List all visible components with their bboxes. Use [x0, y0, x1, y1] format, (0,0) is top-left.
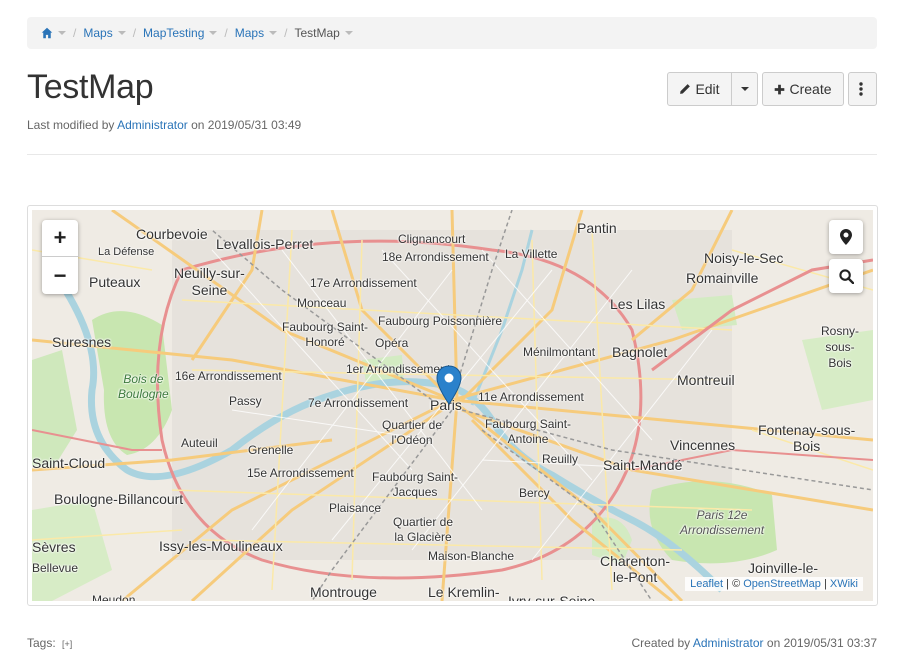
map-label: Joinville-le- — [748, 560, 819, 576]
search-icon — [838, 268, 854, 284]
map-label: 15e Arrondissement — [247, 466, 354, 480]
map-label: Saint-Cloud — [32, 455, 106, 471]
map-label: La Défense — [98, 246, 155, 258]
add-tag-link[interactable]: [+] — [62, 639, 72, 649]
map-label: 17e Arrondissement — [310, 276, 417, 290]
header-divider — [27, 154, 877, 155]
edit-button[interactable]: Edit — [667, 72, 732, 106]
map-attribution: Leaflet | © OpenStreetMap | XWiki — [685, 577, 863, 591]
map-label: Le Kremlin- — [428, 584, 500, 600]
map-label: Ménilmontant — [523, 345, 596, 359]
map-label: 11e Arrondissement — [478, 390, 584, 404]
map-label: Boulogne-Billancourt — [54, 491, 184, 507]
map-label: Fontenay-sous- Bois — [758, 422, 856, 454]
locate-button[interactable] — [829, 220, 863, 254]
map-label: Charenton- le-Pont — [600, 553, 671, 585]
map-label: Rosny-sous- Bois — [820, 324, 859, 370]
map-label: Noisy-le-Sec — [704, 250, 784, 266]
map-label: Ivry-sur-Seine — [508, 593, 596, 601]
chevron-down-icon[interactable] — [344, 31, 353, 35]
zoom-out-button[interactable]: − — [42, 257, 78, 294]
home-icon — [41, 27, 53, 39]
leaflet-link[interactable]: Leaflet — [690, 578, 723, 590]
breadcrumb-home[interactable] — [41, 27, 66, 39]
map-label: Grenelle — [248, 443, 294, 457]
map-label: 16e Arrondissement — [175, 369, 282, 383]
chevron-down-icon[interactable] — [269, 31, 278, 35]
chevron-down-icon[interactable] — [117, 31, 126, 35]
map-label: Meudon — [92, 593, 136, 601]
map-container: Courbevoie La Défense Levallois-Perret C… — [27, 205, 878, 606]
map-label: Les Lilas — [610, 296, 666, 312]
map-label: 7e Arrondissement — [308, 396, 409, 410]
modified-user-link[interactable]: Administrator — [117, 118, 188, 132]
xwiki-link[interactable]: XWiki — [830, 578, 858, 590]
breadcrumb-item-maps-2[interactable]: Maps — [235, 26, 278, 40]
map-label: Monceau — [297, 296, 347, 310]
breadcrumb-item-maptesting[interactable]: MapTesting — [143, 26, 218, 40]
map-label: Pantin — [577, 220, 617, 236]
map-label: Plaisance — [329, 501, 382, 515]
map-label: Montreuil — [677, 372, 735, 388]
map-label: Auteuil — [181, 436, 218, 450]
breadcrumb: / Maps / MapTesting / Maps / TestMap — [27, 17, 877, 49]
pencil-icon — [680, 84, 691, 94]
page-title: TestMap — [27, 68, 154, 106]
map-label: Courbevoie — [136, 226, 208, 242]
map-label: La Villette — [505, 247, 558, 261]
map-label: Reuilly — [542, 452, 579, 466]
map-label: Clignancourt — [398, 232, 466, 246]
map-view[interactable]: Courbevoie La Défense Levallois-Perret C… — [32, 210, 873, 601]
map-label: Bagnolet — [612, 344, 668, 360]
map-label: Bercy — [519, 486, 550, 500]
map-label: Issy-les-Moulineaux — [159, 538, 283, 554]
created-user-link[interactable]: Administrator — [693, 636, 764, 650]
breadcrumb-current: TestMap — [294, 26, 353, 40]
map-label: Bellevue — [32, 561, 79, 575]
chevron-down-icon[interactable] — [209, 31, 218, 35]
map-label: Faubourg Saint- Antoine — [485, 417, 572, 446]
map-label: Saint-Mandé — [603, 457, 683, 473]
map-label: Opéra — [375, 336, 409, 350]
chevron-down-icon — [740, 87, 749, 91]
map-label: Neuilly-sur- Seine — [174, 265, 245, 298]
map-label: Maison-Blanche — [428, 549, 515, 563]
zoom-in-button[interactable]: + — [42, 220, 78, 257]
map-label: 1er Arrondissement — [346, 362, 451, 376]
map-label: Faubourg Poissonnière — [378, 314, 503, 328]
edit-dropdown-button[interactable] — [731, 72, 758, 106]
map-search-button[interactable] — [829, 259, 863, 293]
map-label: Quartier de la Glacière — [393, 515, 454, 544]
osm-link[interactable]: OpenStreetMap — [743, 578, 821, 590]
map-label: 18e Arrondissement — [382, 250, 489, 264]
plus-icon — [775, 84, 785, 94]
map-label: Faubourg Saint- Honoré — [282, 320, 369, 349]
map-label: Suresnes — [52, 334, 112, 350]
map-label: Puteaux — [89, 274, 141, 290]
map-label: Paris 12e Arrondissement — [680, 508, 765, 537]
created-info: Created by Administrator on 2019/05/31 0… — [631, 636, 877, 650]
map-label: Passy — [229, 394, 262, 408]
map-label: Montrouge — [310, 584, 377, 600]
tags-section: Tags: [+] — [27, 636, 73, 650]
map-label: Vincennes — [670, 437, 736, 453]
map-label: Faubourg Saint- Jacques — [372, 470, 459, 499]
map-label: Quartier de l'Odéon — [382, 418, 443, 447]
create-button[interactable]: Create — [762, 72, 844, 106]
zoom-control: + − — [42, 220, 78, 294]
map-label: Sèvres — [32, 539, 76, 555]
map-label: Romainville — [686, 270, 759, 286]
map-label: Levallois-Perret — [216, 236, 314, 252]
vertical-ellipsis-icon — [858, 82, 863, 96]
more-actions-button[interactable] — [848, 72, 877, 106]
breadcrumb-item-maps[interactable]: Maps — [83, 26, 126, 40]
map-label: Bois de Boulogne — [118, 372, 169, 401]
map-pin-icon — [840, 229, 852, 245]
map-marker-icon[interactable] — [436, 365, 462, 405]
last-modified: Last modified by Administrator on 2019/0… — [27, 118, 302, 132]
